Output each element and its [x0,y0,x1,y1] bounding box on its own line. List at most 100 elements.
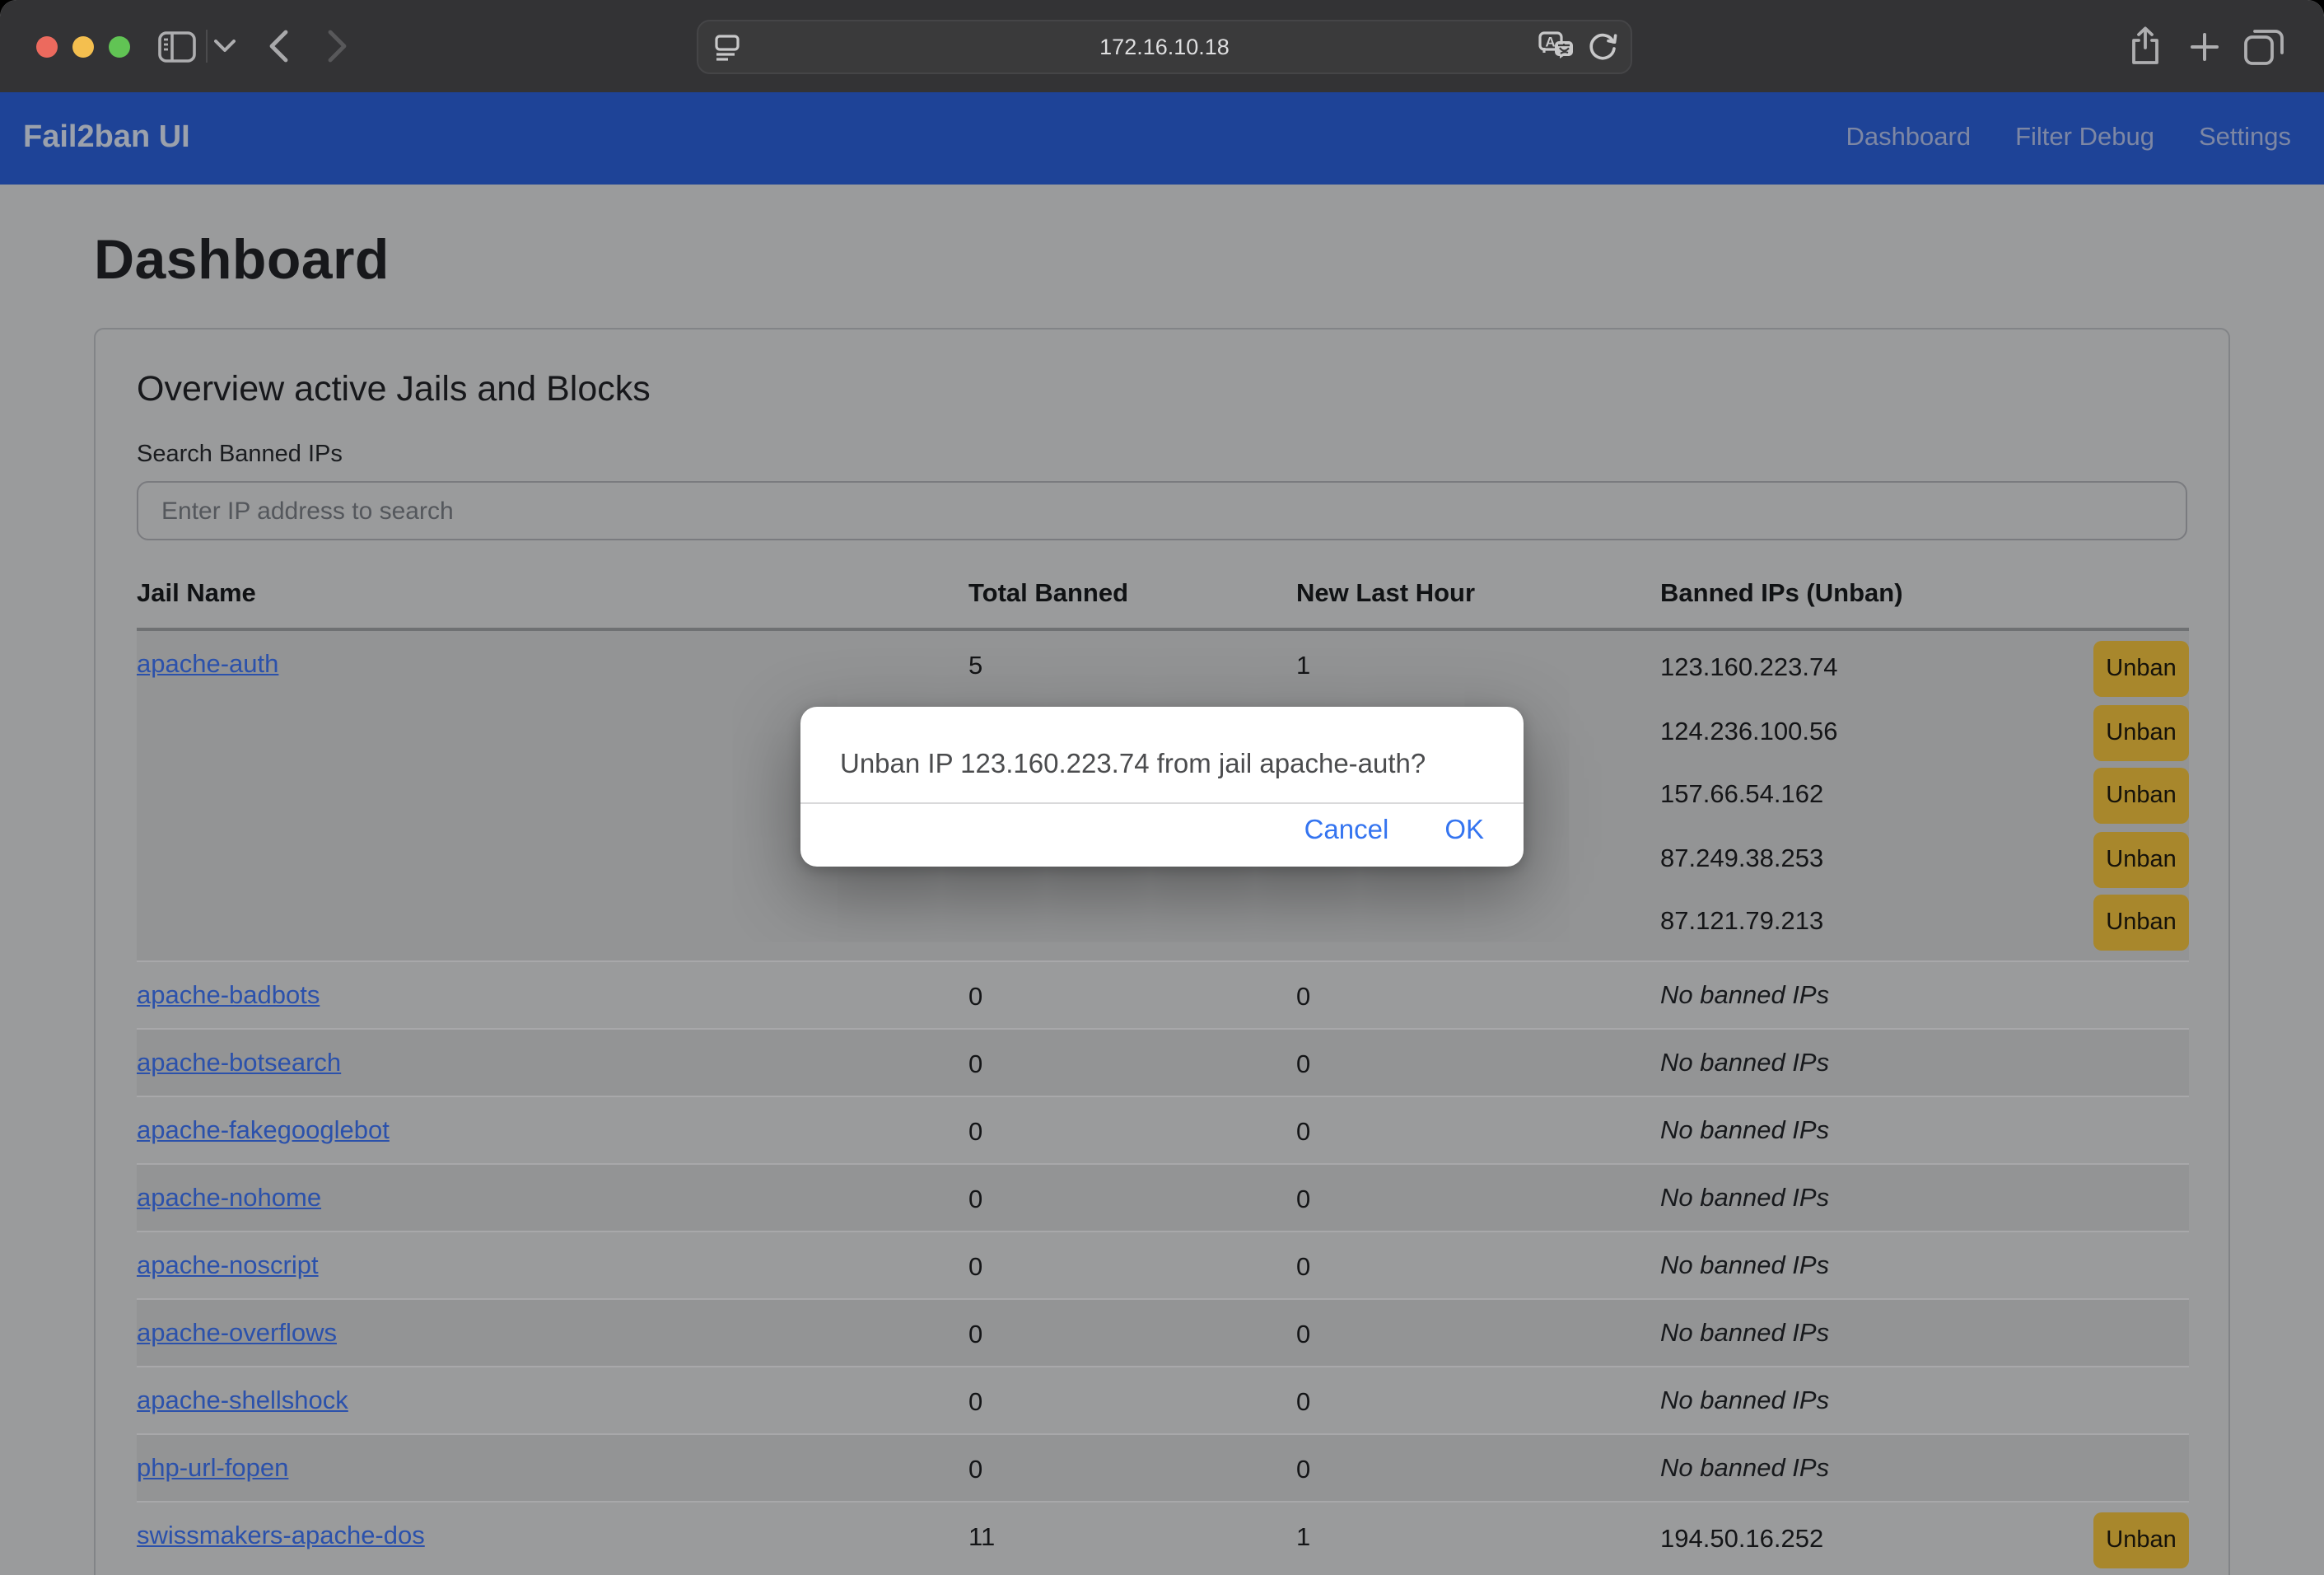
sidebar-icon[interactable] [158,0,196,92]
search-label: Search Banned IPs [137,442,2187,468]
no-banned-ips-text: No banned IPs [1660,979,2189,1011]
jail-link[interactable]: apache-nohome [137,1184,321,1212]
total-banned-cell: 0 [968,1366,1296,1433]
new-last-hour-cell: 0 [1296,1231,1660,1298]
total-banned-cell: 11 [968,1501,1296,1575]
app-navbar: Fail2ban UI Dashboard Filter Debug Setti… [0,92,2324,185]
unban-button[interactable]: Unban [2093,642,2189,698]
jail-row: apache-botsearch00No banned IPs [137,1028,2189,1096]
confirm-dialog: Unban IP 123.160.223.74 from jail apache… [800,707,1524,867]
jail-link[interactable]: apache-badbots [137,981,320,1009]
banned-ip-item: 87.249.38.253Unban [1660,828,2189,891]
dialog-divider [800,802,1524,803]
no-banned-ips-text: No banned IPs [1660,1250,2189,1281]
new-last-hour-cell: 0 [1296,960,1660,1028]
jail-row: apache-fakegooglebot00No banned IPs [137,1096,2189,1163]
no-banned-ips-text: No banned IPs [1660,1115,2189,1146]
unban-button[interactable]: Unban [2093,769,2189,825]
jail-link[interactable]: apache-botsearch [137,1049,341,1077]
total-banned-cell: 0 [968,1231,1296,1298]
translate-icon[interactable]: A [1538,30,1575,63]
jail-link[interactable]: apache-shellshock [137,1386,348,1414]
total-banned-cell: 0 [968,1298,1296,1366]
url-text: 172.16.10.18 [1099,35,1230,59]
toolbar-separator [206,30,208,63]
page-title: Dashboard [0,185,2324,293]
new-last-hour-cell: 0 [1296,1163,1660,1231]
banned-ips-cell: No banned IPs [1660,1096,2189,1163]
search-input[interactable] [137,481,2187,540]
banned-ip: 157.66.54.162 [1660,782,1823,811]
banned-ip: 194.50.16.252 [1660,1526,1823,1555]
banned-ips-cell: No banned IPs [1660,1298,2189,1366]
jail-row: apache-shellshock00No banned IPs [137,1366,2189,1433]
new-last-hour-cell: 0 [1296,1366,1660,1433]
minimize-window-button[interactable] [72,35,94,57]
total-banned-cell: 0 [968,1433,1296,1501]
share-icon[interactable] [2128,0,2163,92]
header-total-banned: Total Banned [968,580,1296,629]
jail-link[interactable]: php-url-fopen [137,1454,288,1482]
ok-button[interactable]: OK [1444,816,1484,847]
unban-button[interactable]: Unban [2093,895,2189,951]
banned-ips-cell: No banned IPs [1660,1028,2189,1096]
total-banned-cell: 0 [968,1096,1296,1163]
address-bar[interactable]: 172.16.10.18 A [697,20,1632,74]
back-icon[interactable] [268,0,288,92]
tab-overview-icon[interactable] [2243,0,2284,92]
new-last-hour-cell: 0 [1296,1096,1660,1163]
total-banned-cell: 0 [968,1163,1296,1231]
banned-ips-cell: 194.50.16.252 UnbanUnban [1660,1501,2189,1575]
zoom-window-button[interactable] [109,35,130,57]
total-banned-cell: 0 [968,1028,1296,1096]
banned-ips-cell: No banned IPs [1660,1231,2189,1298]
brand[interactable]: Fail2ban UI [23,120,190,157]
jail-link[interactable]: apache-auth [137,651,278,679]
total-banned-cell: 0 [968,960,1296,1028]
browser-toolbar: 172.16.10.18 A [0,0,2324,92]
banned-ip-item: 124.236.100.56Unban [1660,701,2189,764]
jail-link[interactable]: apache-fakegooglebot [137,1116,390,1144]
banned-ip-item: 194.50.16.252 Unban [1660,1508,2189,1572]
jail-link[interactable]: apache-noscript [137,1251,319,1279]
chevron-down-icon[interactable] [214,0,236,92]
jail-row: apache-noscript00No banned IPs [137,1231,2189,1298]
no-banned-ips-text: No banned IPs [1660,1385,2189,1416]
new-last-hour-cell: 0 [1296,1028,1660,1096]
unban-button[interactable]: Unban [2093,1512,2189,1568]
banned-ip-item: 87.121.79.213 Unban [1660,891,2189,955]
svg-text:A: A [1545,34,1555,49]
new-tab-icon[interactable] [2189,0,2220,92]
no-banned-ips-text: No banned IPs [1660,1317,2189,1348]
close-window-button[interactable] [36,35,58,57]
banned-ip: 87.121.79.213 [1660,909,1823,938]
new-last-hour-cell: 0 [1296,1433,1660,1501]
table-header-row: Jail Name Total Banned New Last Hour Ban… [137,580,2189,629]
nav-link-settings[interactable]: Settings [2199,124,2291,153]
banned-ip-item: 157.66.54.162 Unban [1660,764,2189,828]
reload-icon[interactable] [1588,30,1617,62]
forward-icon[interactable] [328,0,348,92]
banned-ips-cell: No banned IPs [1660,1433,2189,1501]
no-banned-ips-text: No banned IPs [1660,1047,2189,1078]
header-new-last-hour: New Last Hour [1296,580,1660,629]
banned-ips-cell: No banned IPs [1660,1163,2189,1231]
nav-link-dashboard[interactable]: Dashboard [1846,124,1971,153]
nav-link-filter-debug[interactable]: Filter Debug [2015,124,2154,153]
window-controls [36,35,130,57]
jail-row: php-url-fopen00No banned IPs [137,1433,2189,1501]
unban-button[interactable]: Unban [2093,832,2189,888]
jail-row: apache-nohome00No banned IPs [137,1163,2189,1231]
header-banned-ips: Banned IPs (Unban) [1660,580,2189,629]
unban-button[interactable]: Unban [2093,705,2189,761]
jail-link[interactable]: apache-overflows [137,1319,337,1347]
banned-ips-cell: No banned IPs [1660,960,2189,1028]
jail-link[interactable]: swissmakers-apache-dos [137,1521,425,1549]
jail-row: apache-badbots00No banned IPs [137,960,2189,1028]
jails-card: Overview active Jails and Blocks Search … [94,328,2230,1575]
page-format-icon[interactable] [713,33,741,61]
jail-row: swissmakers-apache-dos111194.50.16.252Un… [137,1501,2189,1575]
cancel-button[interactable]: Cancel [1304,816,1389,847]
no-banned-ips-text: No banned IPs [1660,1452,2189,1484]
banned-ips-cell: No banned IPs [1660,1366,2189,1433]
